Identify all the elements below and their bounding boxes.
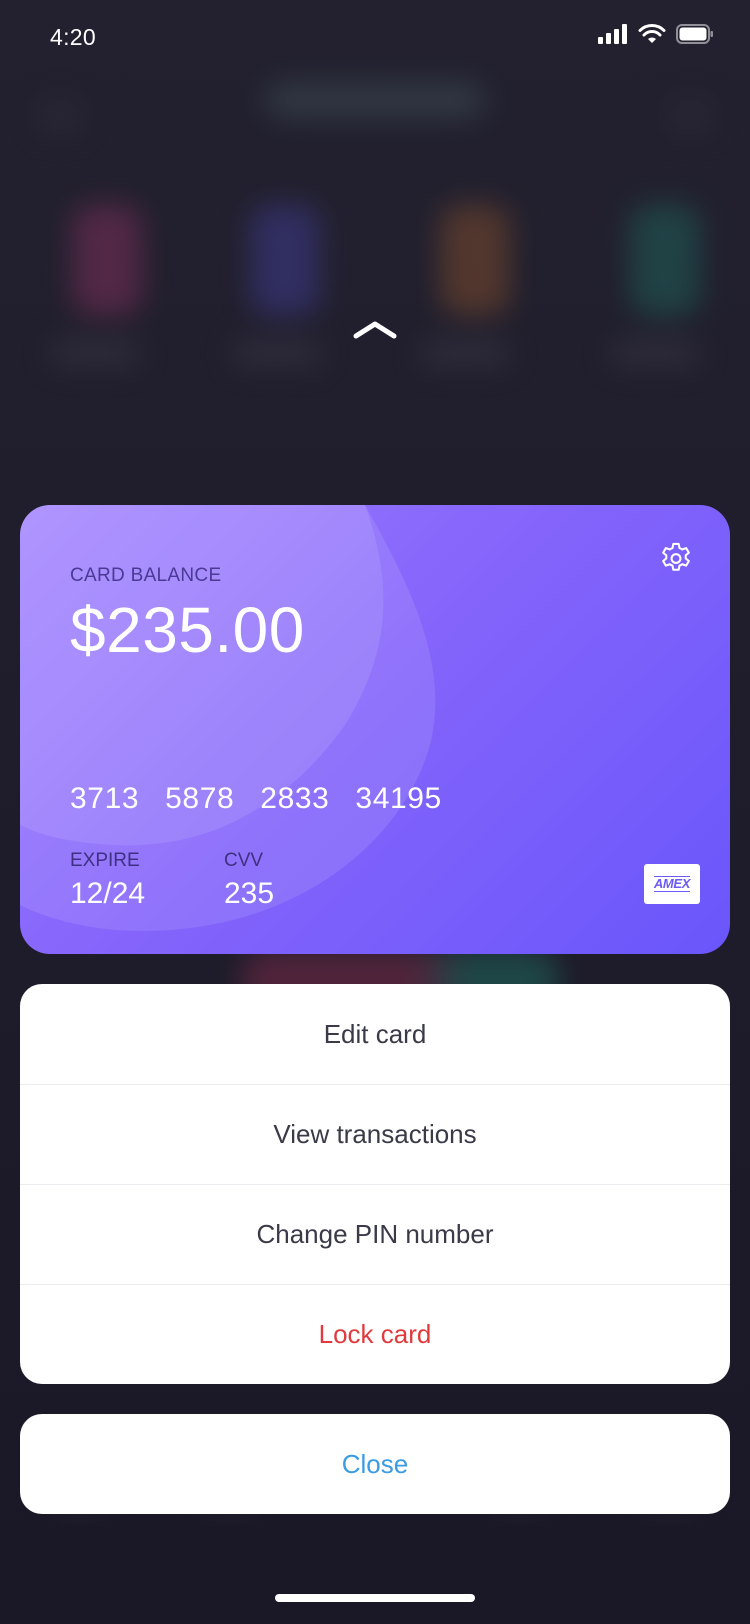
- home-indicator[interactable]: [275, 1594, 475, 1602]
- chevron-up-icon[interactable]: [352, 318, 398, 340]
- wifi-icon: [638, 24, 666, 43]
- card-number-group: 34195: [355, 782, 442, 815]
- change-pin-button[interactable]: Change PIN number: [20, 1184, 730, 1284]
- bg-card-2: [250, 205, 320, 315]
- bg-card-1: [72, 205, 142, 315]
- gear-icon: [662, 542, 690, 571]
- card-balance-amount: $235.00: [70, 594, 305, 666]
- bg-label-2: [232, 340, 322, 366]
- amex-logo-text: AMEX: [653, 876, 691, 892]
- close-button[interactable]: Close: [20, 1414, 730, 1514]
- bg-icon-left: [40, 100, 80, 134]
- status-time: 4:20: [50, 24, 96, 50]
- bg-label-4: [610, 340, 700, 366]
- card-settings-button[interactable]: [656, 539, 696, 579]
- bg-label-3: [420, 340, 510, 366]
- bg-icon-right: [670, 100, 710, 134]
- bg-card-3: [440, 205, 510, 315]
- card-number-group: 2833: [260, 782, 330, 815]
- view-transactions-button[interactable]: View transactions: [20, 1084, 730, 1184]
- lock-card-button[interactable]: Lock card: [20, 1284, 730, 1384]
- card-balance-label: CARD BALANCE: [70, 565, 222, 586]
- card-action-sheet: Edit card View transactions Change PIN n…: [20, 984, 730, 1384]
- bg-title-placeholder: [265, 82, 485, 118]
- edit-card-button[interactable]: Edit card: [20, 984, 730, 1084]
- bg-label-1: [50, 340, 140, 366]
- status-bar: 4:20: [0, 0, 750, 80]
- card-expire-value: 12/24: [70, 877, 146, 910]
- signal-icon: [598, 24, 627, 44]
- status-icons: [598, 24, 714, 44]
- amex-logo: AMEX: [644, 864, 700, 904]
- card-expire-label: EXPIRE: [70, 850, 140, 871]
- credit-card[interactable]: CARD BALANCE $235.00 3713 5878 2833 3419…: [20, 505, 730, 954]
- card-number-group: 3713: [70, 782, 140, 815]
- battery-icon: [676, 24, 713, 44]
- card-number: 3713 5878 2833 34195: [70, 782, 442, 816]
- card-cvv-label: CVV: [224, 850, 264, 871]
- bg-card-4: [630, 205, 700, 315]
- card-cvv-value: 235: [224, 877, 275, 910]
- card-number-group: 5878: [165, 782, 235, 815]
